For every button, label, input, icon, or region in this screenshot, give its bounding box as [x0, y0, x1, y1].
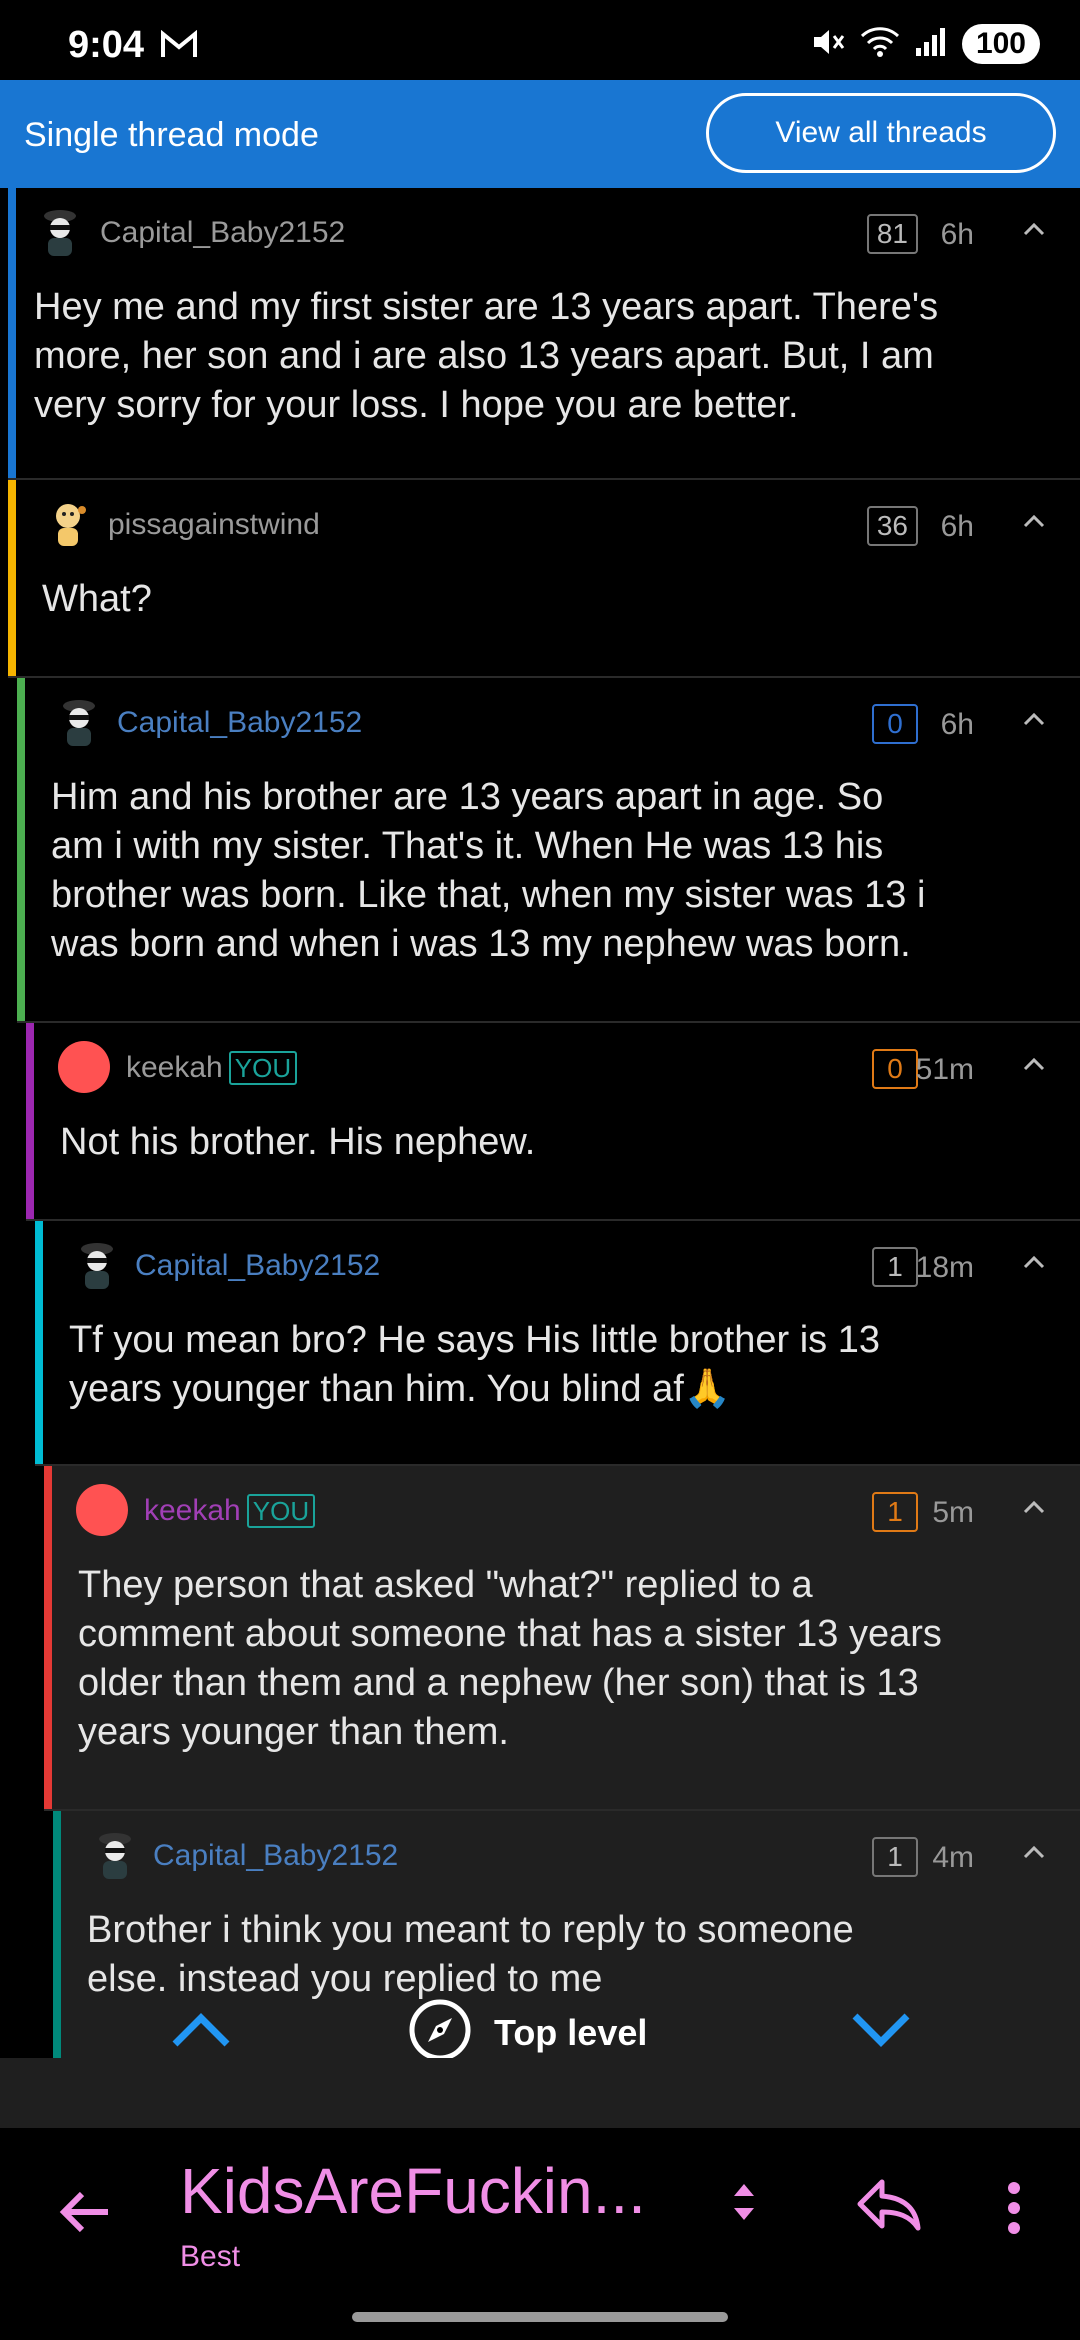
top-level-label: Top level: [494, 2011, 648, 2053]
comment-author[interactable]: pissagainstwind: [108, 508, 320, 542]
compass-icon: [408, 1998, 472, 2067]
comment-header: keekah YOU 1 5m: [44, 1466, 1080, 1546]
comment[interactable]: pissagainstwind 36 6h What?: [8, 480, 1080, 678]
comment-body: Not his brother. His nephew.: [60, 1121, 536, 1163]
comment-body: They person that asked "what?" replied t…: [78, 1564, 942, 1753]
collapse-chevron-up-icon[interactable]: [1022, 510, 1046, 534]
comment-body: What?: [42, 578, 152, 620]
comment-header: Capital_Baby2152 1 4m: [53, 1811, 1080, 1891]
status-bar: 9:04 100: [0, 0, 1080, 80]
avatar[interactable]: [34, 206, 86, 258]
comment[interactable]: keekah YOU 1 5m They person that asked "w…: [44, 1466, 1080, 1811]
collapse-chevron-up-icon[interactable]: [1022, 1841, 1046, 1865]
more-vert-icon[interactable]: [1006, 2182, 1022, 2239]
comment-body: Him and his brother are 13 years apart i…: [51, 776, 926, 965]
avatar[interactable]: [89, 1829, 141, 1881]
comment-header: Capital_Baby2152 81 6h: [8, 188, 1080, 268]
comment-score: 36: [866, 506, 918, 546]
comment-body: Tf you mean bro? He says His little brot…: [69, 1319, 881, 1410]
comment-age: 51m: [915, 1053, 974, 1086]
comment-header: keekah YOU 0 51m: [26, 1023, 1080, 1103]
view-all-threads-button[interactable]: View all threads: [706, 93, 1056, 173]
single-thread-mode-bar: Single thread mode View all threads: [0, 80, 1080, 188]
you-badge: YOU: [246, 1494, 316, 1528]
subreddit-title[interactable]: KidsAreFuckin...: [180, 2154, 646, 2228]
collapse-chevron-up-icon[interactable]: [1022, 1496, 1046, 1520]
comment-header: Capital_Baby2152 0 6h: [17, 678, 1080, 758]
battery-indicator: 100: [961, 24, 1040, 64]
comment-age: 6h: [940, 510, 974, 543]
comment[interactable]: Capital_Baby2152 81 6h Hey me and my fir…: [8, 188, 1080, 480]
comment-score: 1: [872, 1492, 918, 1532]
silent-icon: [810, 25, 846, 64]
you-badge: YOU: [228, 1051, 298, 1085]
comment-author[interactable]: Capital_Baby2152: [117, 706, 362, 740]
collapse-chevron-up-icon[interactable]: [1022, 1251, 1046, 1275]
top-level-button[interactable]: Top level: [408, 1998, 647, 2067]
comment-header: Capital_Baby2152 1 18m: [35, 1221, 1080, 1301]
status-time: 9:04: [68, 24, 145, 66]
comment-age: 5m: [932, 1496, 974, 1529]
comment-score: 1: [872, 1247, 918, 1287]
mode-title: Single thread mode: [24, 116, 319, 154]
avatar[interactable]: [58, 1041, 110, 1093]
comment-score: 1: [872, 1837, 918, 1877]
comment-thread: Capital_Baby2152 81 6h Hey me and my fir…: [0, 188, 1080, 2058]
status-icons: 100: [810, 24, 1040, 64]
comment-body: Hey me and my first sister are 13 years …: [34, 286, 939, 426]
bottom-app-bar: KidsAreFuckin... Best: [0, 2128, 1080, 2340]
comment[interactable]: Capital_Baby2152 0 6h Him and his brothe…: [17, 678, 1080, 1023]
back-arrow-icon[interactable]: [56, 2188, 112, 2241]
comment[interactable]: keekah YOU 0 51m Not his brother. His nep…: [26, 1023, 1080, 1221]
comment-age: 6h: [940, 708, 974, 741]
collapse-chevron-up-icon[interactable]: [1022, 218, 1046, 242]
comment-author[interactable]: keekah YOU: [144, 1494, 316, 1528]
comment-score: 0: [872, 1049, 918, 1089]
avatar[interactable]: [53, 696, 105, 748]
comment-author[interactable]: Capital_Baby2152: [135, 1249, 380, 1283]
collapse-chevron-up-icon[interactable]: [1022, 708, 1046, 732]
gmail-icon: [160, 29, 198, 65]
comment-author[interactable]: keekah YOU: [126, 1051, 298, 1085]
comment-author[interactable]: Capital_Baby2152: [153, 1839, 398, 1873]
comment-header: pissagainstwind 36 6h: [8, 480, 1080, 560]
chevron-down-icon[interactable]: [850, 2010, 912, 2055]
sort-icon[interactable]: [728, 2180, 760, 2229]
list-end-spacer: [0, 2058, 1080, 2128]
avatar[interactable]: [71, 1239, 123, 1291]
comment-author[interactable]: Capital_Baby2152: [100, 216, 345, 250]
gesture-handle[interactable]: [352, 2312, 728, 2322]
reply-icon[interactable]: [856, 2176, 922, 2237]
comment-age: 4m: [932, 1841, 974, 1874]
avatar[interactable]: [76, 1484, 128, 1536]
comment-age: 18m: [915, 1251, 974, 1284]
collapse-chevron-up-icon[interactable]: [1022, 1053, 1046, 1077]
sort-label: Best: [180, 2240, 241, 2273]
comment[interactable]: Capital_Baby2152 1 18m Tf you mean bro? …: [35, 1221, 1080, 1466]
comment-age: 6h: [940, 218, 974, 251]
comment-score: 81: [866, 214, 918, 254]
wifi-icon: [860, 26, 900, 63]
chevron-up-icon[interactable]: [170, 2010, 232, 2055]
avatar[interactable]: [42, 498, 94, 550]
signal-icon: [914, 26, 948, 63]
comment-score: 0: [872, 704, 918, 744]
